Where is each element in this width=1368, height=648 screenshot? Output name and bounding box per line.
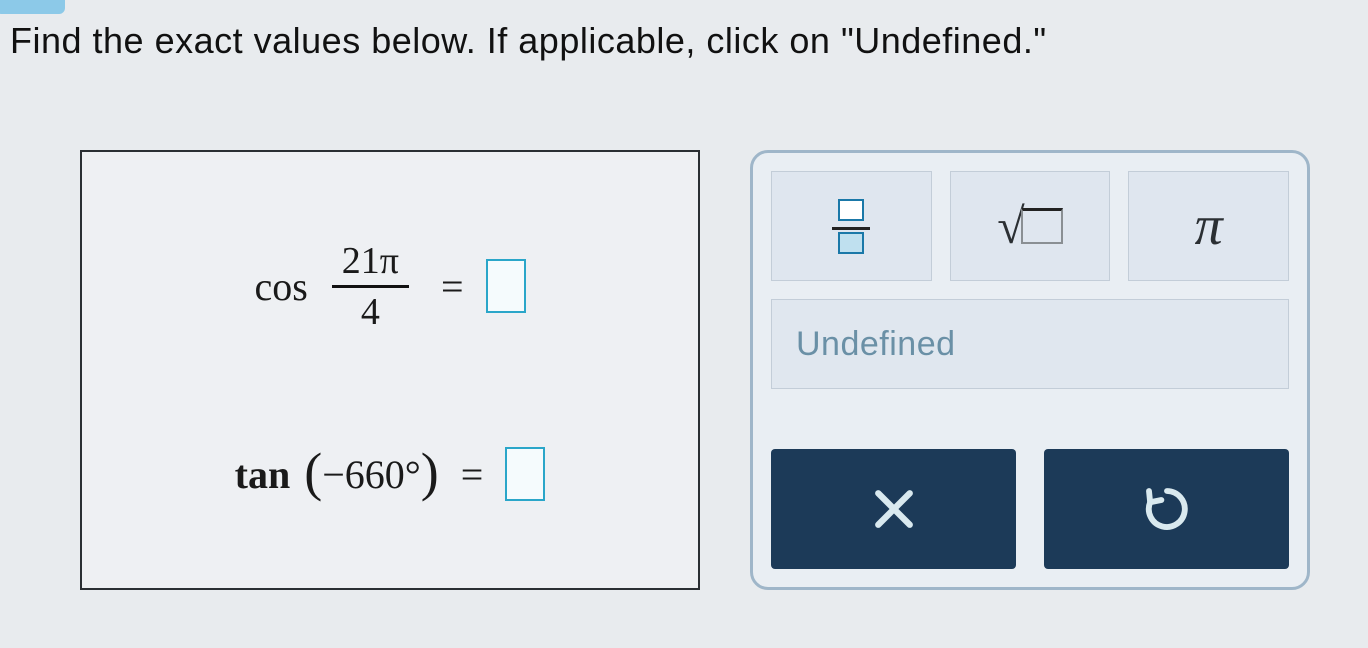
problem-box: cos 21π 4 = tan ( −660° ) = xyxy=(80,150,700,590)
fraction-21pi-over-4: 21π 4 xyxy=(332,239,409,334)
instruction-text: Find the exact values below. If applicab… xyxy=(10,20,1047,62)
equation-tan: tan ( −660° ) = xyxy=(122,447,658,501)
fraction-denominator: 4 xyxy=(361,288,380,334)
equals-sign: = xyxy=(461,451,484,498)
clear-button[interactable] xyxy=(771,449,1016,569)
pi-symbol: π xyxy=(1195,194,1223,258)
sqrt-icon: √ xyxy=(997,201,1062,251)
pi-button[interactable]: π xyxy=(1128,171,1289,281)
equals-sign: = xyxy=(441,263,464,310)
answer-input-tan[interactable] xyxy=(505,447,545,501)
cos-label: cos xyxy=(254,263,307,310)
sqrt-button[interactable]: √ xyxy=(950,171,1111,281)
tab-remnant xyxy=(0,0,65,14)
close-paren: ) xyxy=(421,456,439,488)
fraction-numerator: 21π xyxy=(332,239,409,288)
action-row xyxy=(771,449,1289,569)
fraction-icon xyxy=(832,199,870,254)
work-area: cos 21π 4 = tan ( −660° ) = xyxy=(80,150,1310,590)
fraction-button[interactable] xyxy=(771,171,932,281)
undefined-button[interactable]: Undefined xyxy=(771,299,1289,389)
close-icon xyxy=(867,482,921,536)
tan-label: tan xyxy=(235,451,291,498)
equation-cos: cos 21π 4 = xyxy=(122,239,658,334)
tan-argument: −660° xyxy=(322,451,421,498)
tool-row-top: √ π xyxy=(771,171,1289,281)
math-toolbox: √ π Undefined xyxy=(750,150,1310,590)
undo-icon xyxy=(1140,482,1194,536)
undefined-label: Undefined xyxy=(796,325,956,364)
answer-input-cos[interactable] xyxy=(486,259,526,313)
open-paren: ( xyxy=(304,456,322,488)
reset-button[interactable] xyxy=(1044,449,1289,569)
